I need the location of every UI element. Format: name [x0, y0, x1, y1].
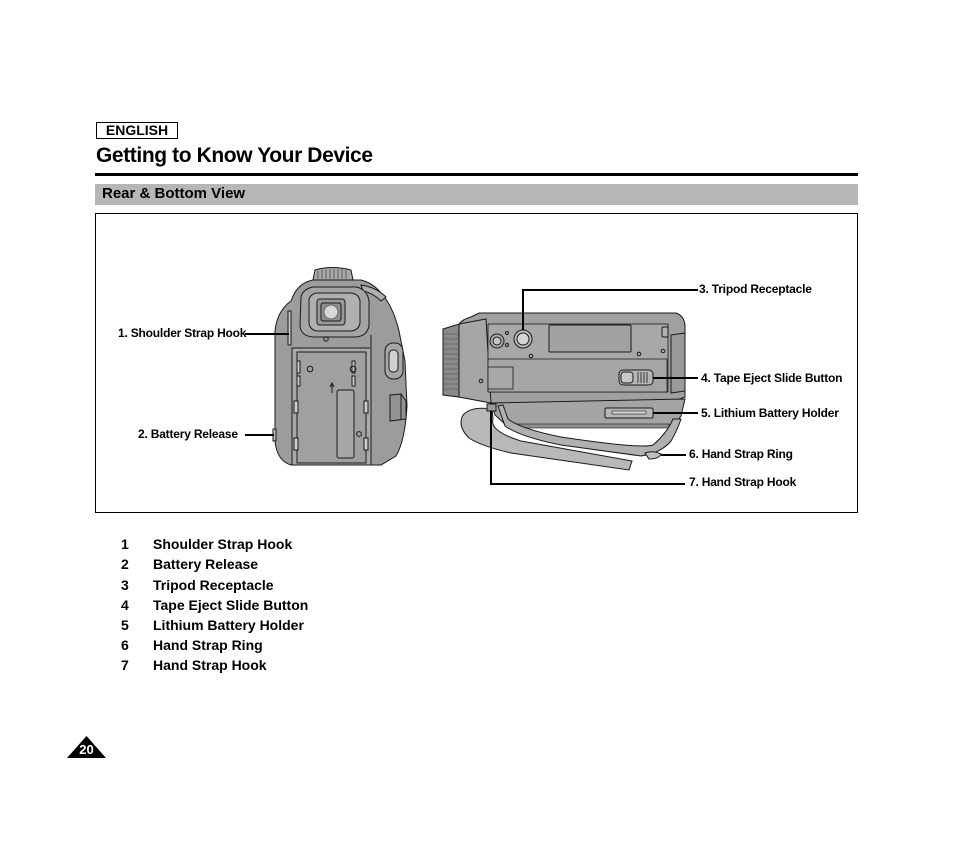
callout-tape-eject-slide-button: 4. Tape Eject Slide Button [701, 371, 843, 385]
legend-number: 7 [121, 657, 129, 673]
legend-number: 4 [121, 597, 129, 613]
legend-number: 3 [121, 577, 129, 593]
legend-label: Shoulder Strap Hook [153, 536, 293, 552]
legend-number: 5 [121, 617, 129, 633]
section-header: Rear & Bottom View [95, 184, 858, 205]
legend-number: 1 [121, 536, 129, 552]
hand-strap-hook [486, 403, 497, 412]
section-title: Rear & Bottom View [102, 185, 246, 202]
legend-label: Tripod Receptacle [153, 577, 274, 593]
camcorder-bottom-view [442, 312, 686, 471]
viewfinder-lens [323, 304, 339, 320]
camcorder-illustration [245, 267, 698, 485]
legend-number: 6 [121, 637, 129, 653]
callout-shoulder-strap-hook: 1. Shoulder Strap Hook [118, 326, 247, 340]
language-badge: ENGLISH [96, 122, 178, 139]
page-title: Getting to Know Your Device [96, 144, 373, 167]
legend-number: 2 [121, 556, 129, 572]
camcorder-figure: 1. Shoulder Strap Hook 2. Battery Releas… [95, 213, 858, 513]
shoulder-strap-hook [287, 310, 292, 346]
callout-battery-release: 2. Battery Release [138, 427, 238, 441]
camcorder-rear-view [272, 267, 408, 466]
lens-ring [442, 323, 460, 398]
legend-label: Hand Strap Hook [153, 657, 267, 673]
legend-label: Tape Eject Slide Button [153, 597, 309, 613]
hand-strap-ring [644, 451, 662, 460]
callout-hand-strap-hook: 7. Hand Strap Hook [689, 475, 797, 489]
callout-lithium-battery-holder: 5. Lithium Battery Holder [701, 406, 839, 420]
page-number: 20 [79, 742, 94, 757]
top-dial [312, 267, 354, 281]
legend-label: Lithium Battery Holder [153, 617, 304, 633]
title-rule [95, 173, 858, 176]
legend-label: Hand Strap Ring [153, 637, 263, 653]
legend-label: Battery Release [153, 556, 259, 572]
page-number-marker: 20 [67, 736, 106, 758]
callout-tripod-receptacle: 3. Tripod Receptacle [699, 282, 812, 296]
callout-hand-strap-ring: 6. Hand Strap Ring [689, 447, 793, 461]
